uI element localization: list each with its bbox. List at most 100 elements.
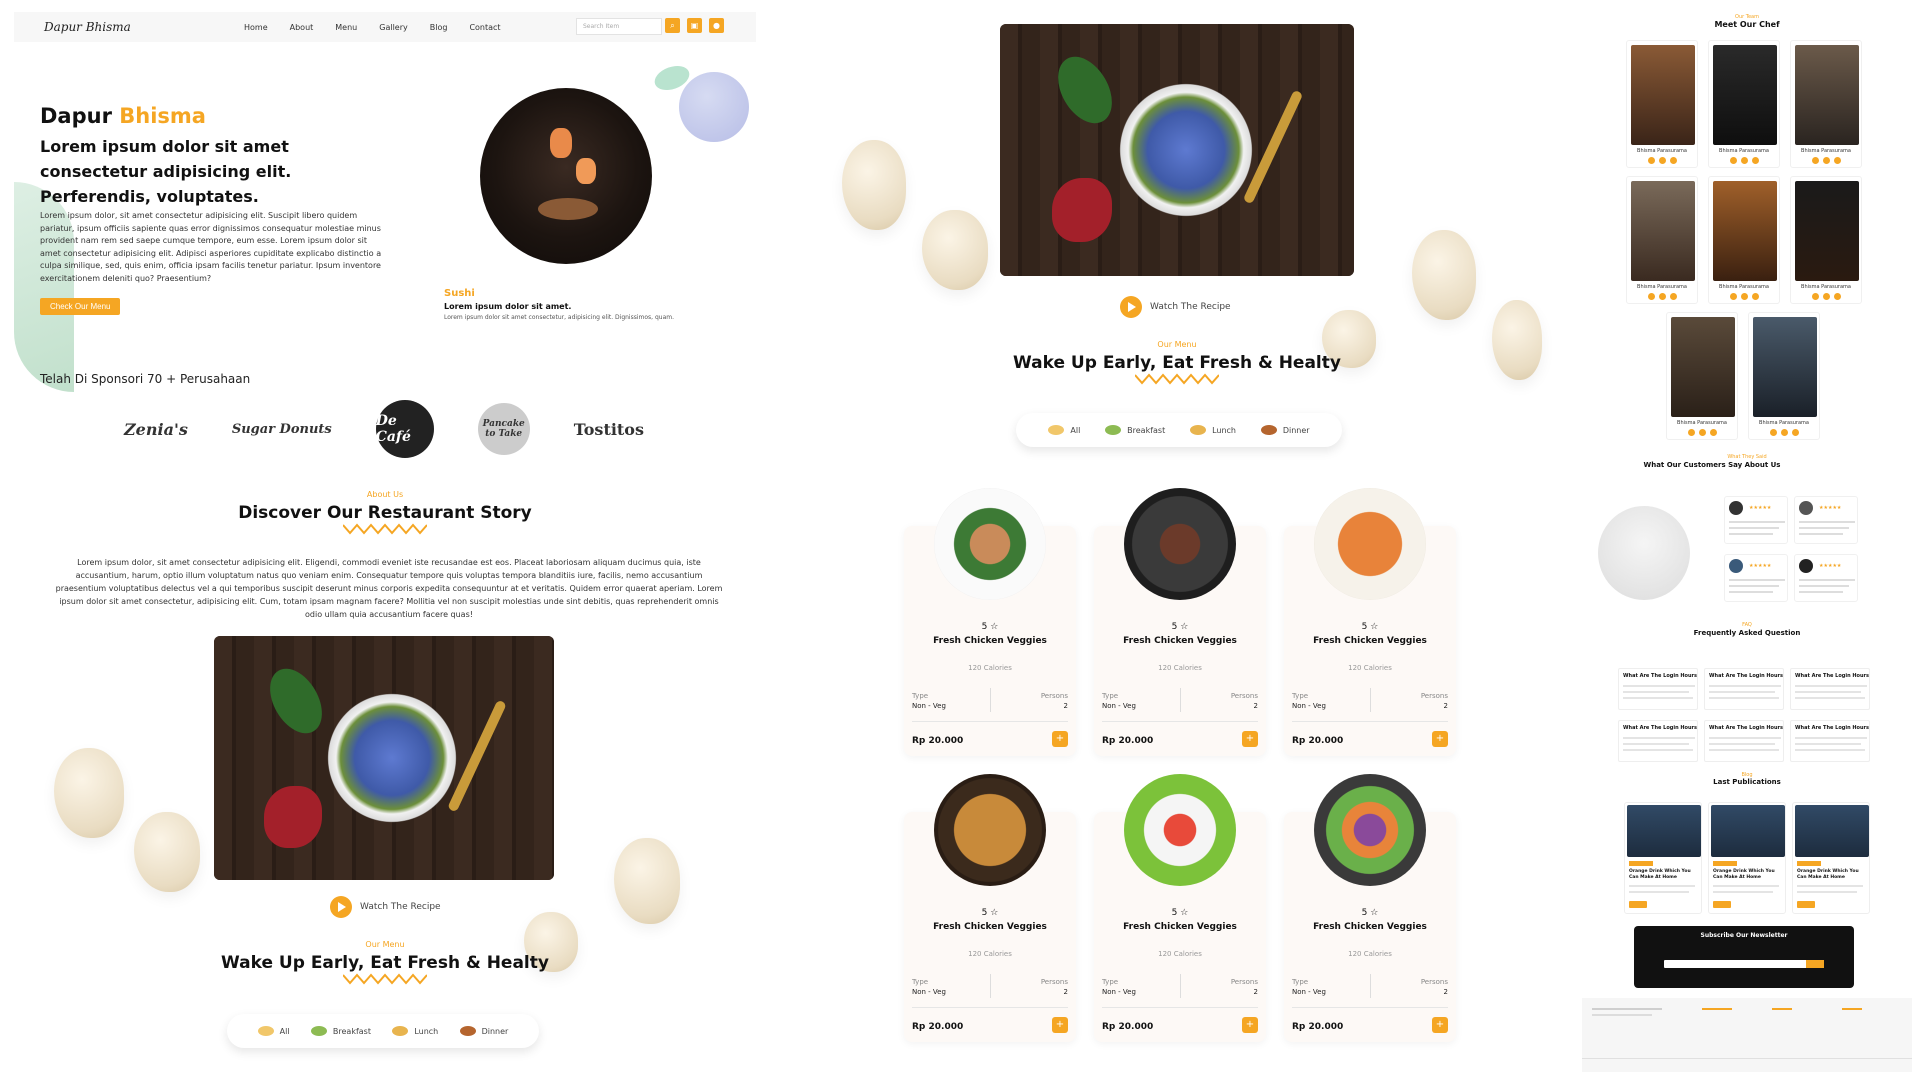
newsletter-email-input[interactable] — [1664, 960, 1824, 968]
social-icon[interactable] — [1751, 293, 1759, 300]
social-icon[interactable] — [1822, 157, 1830, 164]
filter-lunch[interactable]: Lunch — [1190, 425, 1236, 435]
social-icon[interactable] — [1740, 157, 1748, 164]
faq-item[interactable]: What Are The Login Hours — [1790, 668, 1870, 710]
read-more-button[interactable] — [1629, 901, 1647, 908]
publication-title: Orange Drink Which You Can Make At Home — [1713, 869, 1775, 880]
menu-card[interactable]: 5 ☆ Fresh Chicken Veggies 120 Calories T… — [1094, 774, 1266, 1042]
read-more-button[interactable] — [1797, 901, 1815, 908]
publication-card[interactable]: Orange Drink Which You Can Make At Home — [1792, 802, 1870, 914]
add-to-cart-button[interactable]: + — [1432, 731, 1448, 747]
social-icon[interactable] — [1780, 429, 1788, 436]
chef-card[interactable]: Bhisma Parasurama — [1790, 40, 1862, 168]
social-icon[interactable] — [1669, 157, 1677, 164]
social-icon[interactable] — [1740, 293, 1748, 300]
social-icon[interactable] — [1811, 157, 1819, 164]
add-to-cart-button[interactable]: + — [1052, 731, 1068, 747]
chef-card[interactable]: Bhisma Parasurama — [1626, 176, 1698, 304]
nav-link-home[interactable]: Home — [244, 23, 268, 32]
filter-breakfast[interactable]: Breakfast — [310, 1026, 371, 1036]
publication-card[interactable]: Orange Drink Which You Can Make At Home — [1624, 802, 1702, 914]
watch-recipe-link[interactable]: Watch The Recipe — [330, 896, 441, 918]
persons-label: Persons — [1420, 692, 1448, 700]
nav-link-about[interactable]: About — [290, 23, 314, 32]
faq-question: What Are The Login Hours — [1709, 725, 1783, 731]
chef-photo — [1713, 181, 1777, 281]
filter-dinner[interactable]: Dinner — [1260, 425, 1310, 435]
social-icon[interactable] — [1791, 429, 1799, 436]
social-icon[interactable] — [1729, 157, 1737, 164]
read-more-button[interactable] — [1713, 901, 1731, 908]
site-logo[interactable]: Dapur Bhisma — [44, 20, 244, 34]
add-to-cart-button[interactable]: + — [1242, 1017, 1258, 1033]
filter-lunch[interactable]: Lunch — [392, 1026, 438, 1036]
filter-breakfast[interactable]: Breakfast — [1105, 425, 1165, 435]
divider — [1180, 688, 1181, 712]
play-icon[interactable] — [1120, 296, 1142, 318]
chef-card[interactable]: Bhisma Parasurama — [1708, 40, 1780, 168]
chef-card[interactable]: Bhisma Parasurama — [1790, 176, 1862, 304]
menu-card[interactable]: 5 ☆ Fresh Chicken Veggies 120 Calories T… — [904, 488, 1076, 756]
play-icon[interactable] — [330, 896, 352, 918]
faq-item[interactable]: What Are The Login Hours — [1618, 668, 1698, 710]
filter-all[interactable]: All — [257, 1026, 290, 1036]
menu-card[interactable]: 5 ☆ Fresh Chicken Veggies 120 Calories T… — [1094, 488, 1266, 756]
watch-recipe-link[interactable]: Watch The Recipe — [1120, 296, 1231, 318]
subscribe-button[interactable] — [1806, 960, 1824, 968]
chef-card[interactable]: Bhisma Parasurama — [1666, 312, 1738, 440]
social-icon[interactable] — [1658, 157, 1666, 164]
social-icon[interactable] — [1811, 293, 1819, 300]
filter-all[interactable]: All — [1048, 425, 1080, 435]
social-icon[interactable] — [1769, 429, 1777, 436]
type-value: Non - Veg — [1102, 988, 1136, 996]
nav-link-contact[interactable]: Contact — [469, 23, 500, 32]
social-icon[interactable] — [1687, 429, 1695, 436]
brand-logo: Zenia's — [124, 419, 188, 439]
faq-item[interactable]: What Are The Login Hours — [1790, 720, 1870, 762]
check-menu-button[interactable]: Check Our Menu — [40, 298, 121, 315]
persons-label: Persons — [1040, 978, 1068, 986]
publication-image — [1795, 805, 1869, 857]
faq-item[interactable]: What Are The Login Hours — [1618, 720, 1698, 762]
search-icon[interactable]: ⌕ — [665, 18, 680, 33]
nav-link-gallery[interactable]: Gallery — [379, 23, 408, 32]
salmon-piece — [576, 158, 596, 184]
dish-image — [934, 488, 1046, 600]
faq-item[interactable]: What Are The Login Hours — [1704, 668, 1784, 710]
filter-dinner[interactable]: Dinner — [459, 1026, 508, 1036]
social-icon[interactable] — [1698, 429, 1706, 436]
social-icon[interactable] — [1709, 429, 1717, 436]
smoothie-bowl — [326, 692, 458, 824]
persons-label: Persons — [1420, 978, 1448, 986]
menu-card[interactable]: 5 ☆ Fresh Chicken Veggies 120 Calories T… — [1284, 774, 1456, 1042]
user-icon[interactable]: ● — [709, 18, 724, 33]
type-value: Non - Veg — [1102, 702, 1136, 710]
social-icon[interactable] — [1647, 293, 1655, 300]
social-icon[interactable] — [1822, 293, 1830, 300]
social-icon[interactable] — [1647, 157, 1655, 164]
add-to-cart-button[interactable]: + — [1052, 1017, 1068, 1033]
chef-card[interactable]: Bhisma Parasurama — [1748, 312, 1820, 440]
social-icon[interactable] — [1751, 157, 1759, 164]
chef-card[interactable]: Bhisma Parasurama — [1708, 176, 1780, 304]
menu-card[interactable]: 5 ☆ Fresh Chicken Veggies 120 Calories T… — [904, 774, 1076, 1042]
nav-link-blog[interactable]: Blog — [430, 23, 448, 32]
cart-icon[interactable]: ▣ — [687, 18, 702, 33]
chef-card[interactable]: Bhisma Parasurama — [1626, 40, 1698, 168]
dish-rating: 5 ☆ — [1171, 908, 1189, 918]
social-icon[interactable] — [1658, 293, 1666, 300]
publication-card[interactable]: Orange Drink Which You Can Make At Home — [1708, 802, 1786, 914]
social-icon[interactable] — [1833, 293, 1841, 300]
social-icon[interactable] — [1729, 293, 1737, 300]
social-icon[interactable] — [1833, 157, 1841, 164]
social-icon[interactable] — [1669, 293, 1677, 300]
search-input[interactable]: Search Item — [576, 18, 662, 35]
add-to-cart-button[interactable]: + — [1432, 1017, 1448, 1033]
faq-item[interactable]: What Are The Login Hours — [1704, 720, 1784, 762]
nav-link-menu[interactable]: Menu — [335, 23, 357, 32]
menu-card[interactable]: 5 ☆ Fresh Chicken Veggies 120 Calories T… — [1284, 488, 1456, 756]
zigzag-divider — [1135, 373, 1219, 385]
dish-price: Rp 20.000 — [1102, 1022, 1154, 1032]
add-to-cart-button[interactable]: + — [1242, 731, 1258, 747]
mushroom-decoration — [54, 748, 124, 838]
